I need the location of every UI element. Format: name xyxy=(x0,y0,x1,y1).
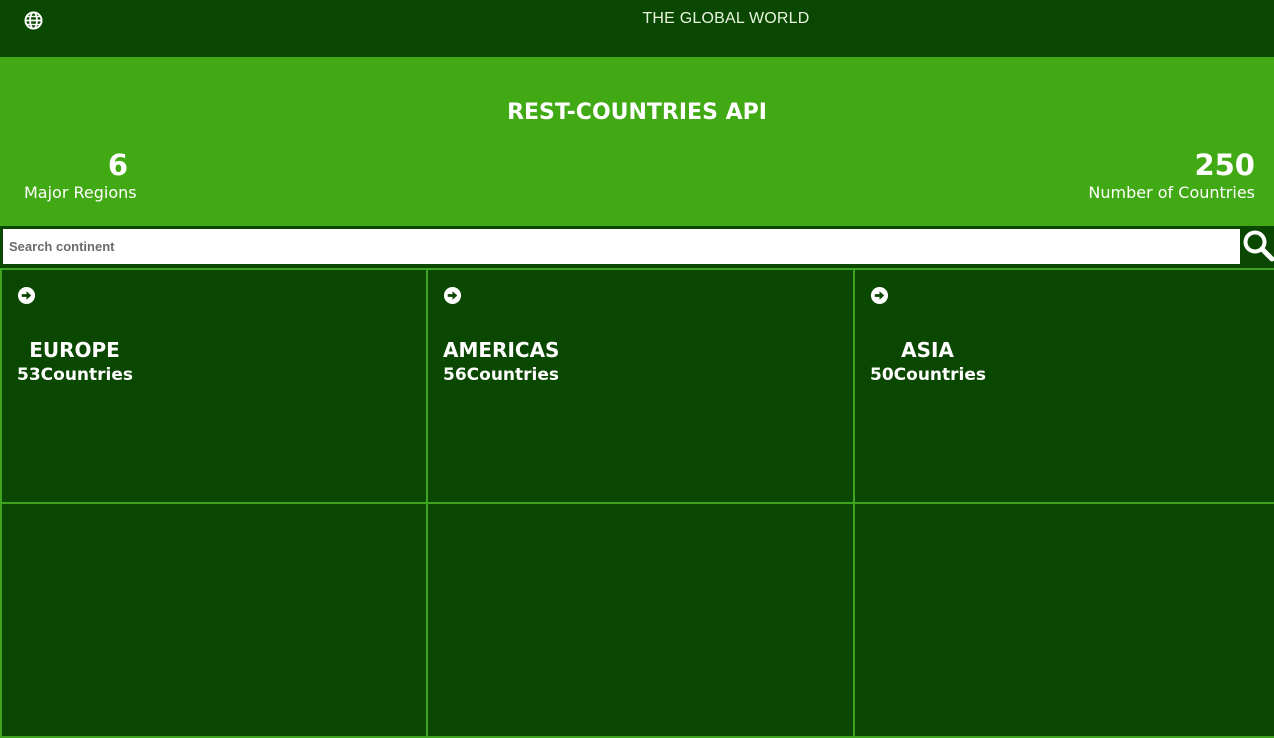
region-name: ASIA xyxy=(901,338,954,362)
search-bar xyxy=(0,226,1274,268)
arrow-circle-right-icon[interactable] xyxy=(443,286,462,305)
regions-stat: 6 Major Regions xyxy=(24,147,137,203)
regions-count: 6 xyxy=(107,148,128,182)
region-card-europe[interactable]: EUROPE 53Countries xyxy=(0,268,428,504)
countries-stat: 250 Number of Countries xyxy=(1088,147,1255,203)
countries-count: 250 xyxy=(1194,148,1255,182)
region-card-asia[interactable]: ASIA 50Countries xyxy=(853,268,1274,504)
region-card-americas[interactable]: AMERICAS 56Countries xyxy=(426,268,855,504)
site-title: THE GLOBAL WORLD xyxy=(642,10,810,27)
region-card-placeholder[interactable] xyxy=(426,502,855,738)
region-card-placeholder[interactable] xyxy=(853,502,1274,738)
region-country-count: 56Countries xyxy=(443,365,560,385)
region-name: EUROPE xyxy=(29,338,120,362)
hero-title: REST-COUNTRIES API xyxy=(507,100,767,125)
search-icon xyxy=(1243,230,1274,262)
search-button[interactable] xyxy=(1241,226,1274,268)
countries-label: Number of Countries xyxy=(1088,183,1255,202)
region-card-placeholder[interactable] xyxy=(0,502,428,738)
regions-label: Major Regions xyxy=(24,183,137,202)
hero-banner: REST-COUNTRIES API 6 Major Regions 250 N… xyxy=(0,57,1274,226)
arrow-circle-right-icon[interactable] xyxy=(870,286,889,305)
search-input[interactable] xyxy=(3,229,1240,264)
top-navbar: THE GLOBAL WORLD xyxy=(0,0,1274,57)
regions-grid: EUROPE 53Countries AMERICAS 56Countries … xyxy=(0,268,1274,738)
region-country-count: 53Countries xyxy=(17,365,134,385)
arrow-circle-right-icon[interactable] xyxy=(17,286,36,305)
region-country-count: 50Countries xyxy=(870,365,987,385)
region-name: AMERICAS xyxy=(443,338,560,362)
